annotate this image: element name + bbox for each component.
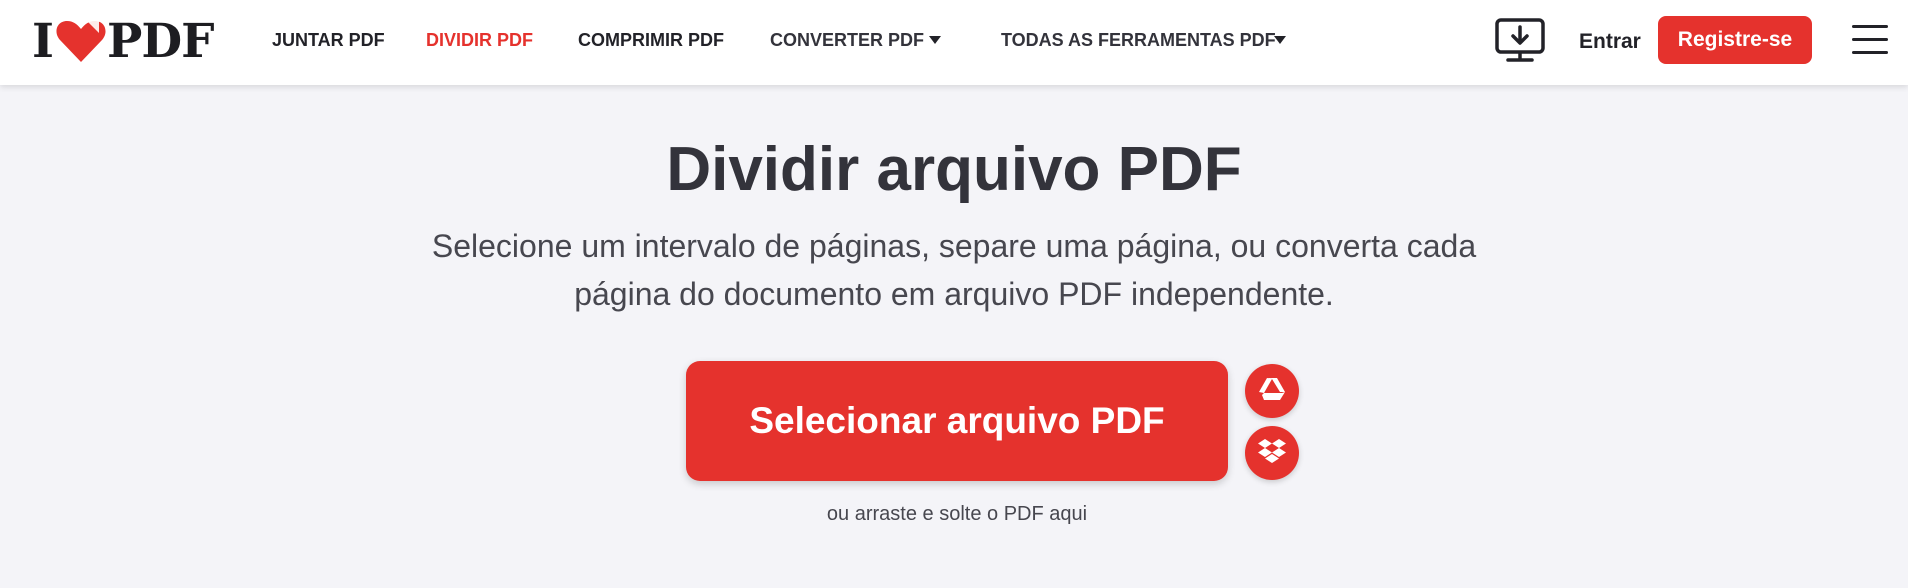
logo-prefix: I xyxy=(32,13,54,69)
menu-line xyxy=(1852,38,1888,41)
dropbox-button[interactable] xyxy=(1245,426,1299,480)
nav-split-pdf[interactable]: DIVIDIR PDF xyxy=(426,30,533,50)
all-tools-chevron-down-icon[interactable] xyxy=(1274,36,1286,44)
login-link[interactable]: Entrar xyxy=(1579,30,1641,54)
nav-merge-pdf[interactable]: JUNTAR PDF xyxy=(272,30,385,50)
register-button[interactable]: Registre-se xyxy=(1658,16,1812,64)
logo-suffix: PDF xyxy=(107,13,214,69)
google-drive-icon xyxy=(1258,377,1286,406)
nav-compress-pdf[interactable]: COMPRIMIR PDF xyxy=(578,30,724,50)
dropbox-icon xyxy=(1258,438,1286,469)
menu-line xyxy=(1852,25,1888,28)
desktop-download-icon[interactable] xyxy=(1495,18,1545,62)
nav-all-tools[interactable]: TODAS AS FERRAMENTAS PDF xyxy=(1001,30,1276,50)
hamburger-menu-icon[interactable] xyxy=(1852,25,1888,55)
select-pdf-button[interactable]: Selecionar arquivo PDF xyxy=(686,361,1228,481)
subtitle-line-2: página do documento em arquivo PDF indep… xyxy=(574,276,1334,312)
menu-line xyxy=(1852,51,1888,54)
drag-drop-hint: ou arraste e solte o PDF aqui xyxy=(826,503,1088,525)
google-drive-button[interactable] xyxy=(1245,364,1299,418)
page-title: Dividir arquivo PDF xyxy=(666,135,1242,204)
subtitle-line-1: Selecione um intervalo de páginas, separ… xyxy=(431,228,1477,264)
ilovepdf-logo[interactable]: I PDF xyxy=(32,14,214,69)
top-navbar: I PDF JUNTAR PDF DIVIDIR PDF COMPRIMIR P… xyxy=(0,0,1908,85)
nav-convert-pdf[interactable]: CONVERTER PDF xyxy=(770,30,924,50)
heart-icon xyxy=(55,18,107,64)
convert-chevron-down-icon[interactable] xyxy=(929,36,941,44)
page-subtitle: Selecione um intervalo de páginas, separ… xyxy=(354,222,1554,318)
